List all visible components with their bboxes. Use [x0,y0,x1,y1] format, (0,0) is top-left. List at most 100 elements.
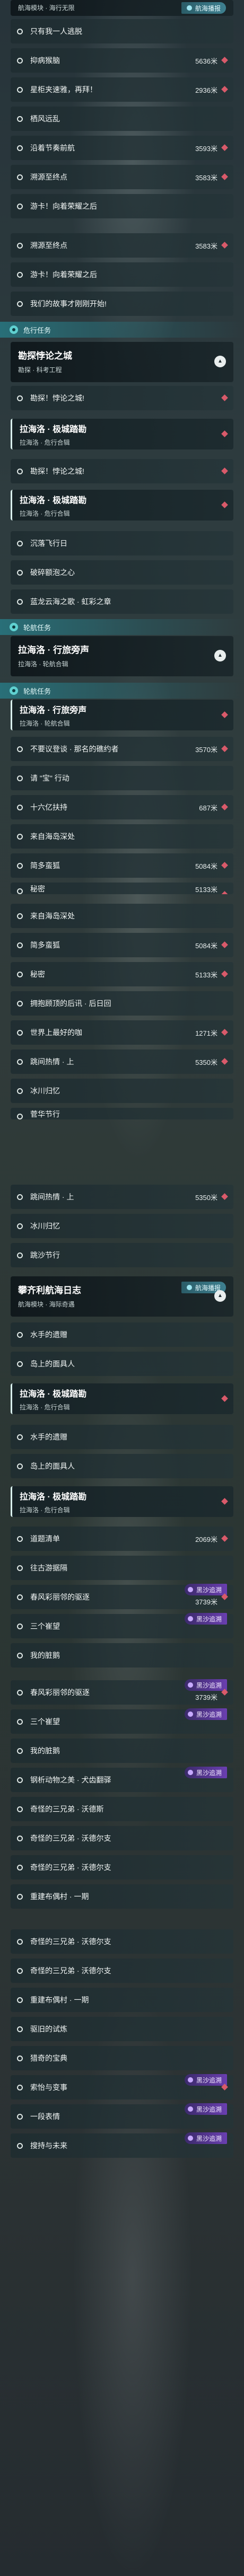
quest-row[interactable]: 来自海岛深处 [11,904,233,928]
quest-row[interactable]: 来自海岛深处 [11,824,233,849]
category-header[interactable]: 轮航任务 [0,619,244,635]
quest-row[interactable]: 岛上的面具人 [11,1352,233,1376]
quest-group-card[interactable]: 拉海洛 · 行旅旁声 拉海洛 · 轮航合辑 ▲ [11,636,233,676]
quest-row[interactable]: 星柜夹速雅，再拜！ 2936米 [11,77,233,102]
track-pin-icon[interactable] [221,804,228,810]
quest-group-card[interactable]: 攀齐利航海日志 航海模块 · 海际奇遇 航海播报 ▲ [11,1276,233,1317]
quest-row[interactable]: 跳间热情 · 上 5350米 [11,1185,233,1209]
quest-row[interactable]: 世界上最好的咖 1271米 [11,1020,233,1045]
quest-row[interactable]: 岛上的面具人 [11,1454,233,1478]
list-slot: 拉海洛 · 极城踏勘 拉海洛 · 危行合辑 [0,1486,244,1517]
list-slot: 来自海岛深处 [0,824,244,849]
quest-row[interactable]: 秘密 5133米 [11,883,233,894]
quest-row[interactable]: 勘探！悖论之城! [11,386,233,410]
quest-row[interactable]: 沉落飞行日 [11,531,233,555]
collapse-chevron-icon[interactable]: ▲ [214,356,226,367]
quest-row[interactable]: 只有我一人逃脱 [11,19,233,43]
distance-text: 5636米 [195,57,217,65]
track-pin-icon[interactable] [221,891,228,894]
quest-row[interactable]: 往古游据隔 [11,1556,233,1580]
quest-row[interactable]: 游卡！向着荣耀之后 [11,194,233,218]
quest-row[interactable]: 重建布偶村 · 一期 [11,1884,233,1909]
quest-row[interactable]: 简多蛮狐 5084米 [11,853,233,878]
quest-row[interactable]: 十六亿扶持 687米 [11,795,233,819]
selected-quest-row[interactable]: 拉海洛 · 极城踏勘 拉海洛 · 危行合辑 [11,1383,233,1414]
quest-row[interactable]: 重建布偶村 · 一期 [11,1988,233,2012]
quest-row[interactable]: 钢析动物之美 · 犬齿翻驿 黑沙追溯 [11,1767,233,1792]
list-slot: 岛上的面具人 [0,1352,244,1376]
quest-row[interactable]: 奇怪的三兄弟 · 沃德尔支 [11,1959,233,1983]
track-pin-icon[interactable] [221,1535,228,1542]
track-pin-icon[interactable] [221,1193,228,1200]
track-pin-icon[interactable] [221,941,228,948]
selected-quest-row[interactable]: 拉海洛 · 极城踏勘 拉海洛 · 危行合辑 [11,490,233,521]
track-pin-icon[interactable] [221,501,228,508]
quest-row[interactable]: 春风彩丽邻的驱逐 3739米 黑沙追溯 [11,1584,233,1609]
quest-row[interactable]: 跳间热情 · 上 5350米 [11,1049,233,1074]
quest-row[interactable]: 破碎额泡之心 [11,560,233,585]
track-pin-icon[interactable] [221,57,228,64]
selected-quest-row[interactable]: 拉海洛 · 极城踏勘 拉海洛 · 危行合辑 [11,1486,233,1517]
quest-row[interactable]: 抑病猴脑 5636米 [11,48,233,73]
quest-row[interactable]: 水手的遗赠 [11,1425,233,1449]
quest-row[interactable]: 秘密 5133米 [11,962,233,986]
quest-row[interactable]: 道题清单 2069米 [11,1527,233,1551]
quest-row[interactable]: 不要议登谈 · 那名的礁约者 3570米 [11,737,233,761]
category-header[interactable]: 危行任务 [0,322,244,338]
quest-row[interactable]: 冰川归忆 [11,1214,233,1238]
quest-label: 勘探！悖论之城! [30,394,84,402]
track-pin-icon[interactable] [221,1029,228,1036]
quest-row[interactable]: 勘探！悖论之城! [11,459,233,483]
track-pin-icon[interactable] [221,430,228,437]
track-pin-icon[interactable] [221,971,228,977]
quest-row[interactable]: 水手的遗赠 [11,1322,233,1347]
quest-row[interactable]: 蓝龙云海之歌 · 虹彩之章 [11,589,233,614]
track-pin-icon[interactable] [221,144,228,151]
selected-quest-row[interactable]: 拉海洛 · 极城踏勘 拉海洛 · 危行合辑 [11,419,233,449]
quest-row[interactable]: 溯源至终点 3583米 [11,165,233,189]
list-slot: 奇怪的三兄弟 · 沃德斯 [0,1797,244,1821]
quest-row[interactable]: 奇怪的三兄弟 · 沃德尔支 [11,1929,233,1954]
quest-row[interactable]: 奇怪的三兄弟 · 沃德尔支 [11,1855,233,1880]
quest-row[interactable]: 奇怪的三兄弟 · 沃德斯 [11,1797,233,1821]
quest-row[interactable]: 春风彩丽邻的驱逐 3739米 黑沙追溯 [11,1679,233,1705]
quest-row[interactable]: 三个崔望 黑沙追溯 [11,1613,233,1638]
track-pin-icon[interactable] [221,745,228,752]
track-pin-icon[interactable] [221,862,228,869]
quest-row[interactable]: 一段表情 黑沙追溯 [11,2103,233,2129]
track-pin-icon[interactable] [221,711,228,718]
quest-label: 冰川归忆 [30,1087,60,1095]
quest-row[interactable]: 简多蛮狐 5084米 [11,933,233,957]
quest-row[interactable]: 奇怪的三兄弟 · 沃德尔支 [11,1826,233,1850]
quest-row[interactable]: 冰川归忆 [11,1079,233,1103]
quest-row[interactable]: 菅华节行 [11,1108,233,1119]
track-pin-icon[interactable] [221,1395,228,1402]
quest-row[interactable]: 游卡！向着荣耀之后 [11,262,233,287]
track-pin-icon[interactable] [221,86,228,93]
quest-row[interactable]: 跳沙节行 [11,1243,233,1267]
selected-quest-row[interactable]: 拉海洛 · 行旅旁声 拉海洛 · 轮航合辑 [11,700,233,730]
quest-row[interactable]: 搜持与未来 黑沙追溯 [11,2132,233,2158]
quest-group-card[interactable]: 勘探悖论之城 勘探 · 科考工程 ▲ [11,342,233,382]
quest-row[interactable]: 索怡与变事 黑沙追溯 [11,2074,233,2099]
quest-row[interactable]: 我的脏鹅 [11,1739,233,1763]
track-pin-icon[interactable] [221,1498,228,1505]
quest-label: 菅华节行 [30,1110,60,1118]
quest-row[interactable]: 溯源至终点 3583米 [11,233,233,258]
track-pin-icon[interactable] [221,1058,228,1065]
quest-row[interactable]: 栖风远乱 [11,107,233,131]
track-pin-icon[interactable] [221,242,228,249]
quest-row[interactable]: 猎奇的宝典 [11,2046,233,2070]
collapse-chevron-icon[interactable]: ▲ [214,1290,226,1302]
quest-row[interactable]: 请 "宝" 行动 [11,766,233,790]
quest-row[interactable]: 拥抱顾顶的后讯 · 后日回 [11,991,233,1016]
track-pin-icon[interactable] [221,173,228,180]
quest-group-card[interactable]: 航海模块 · 海行无限 航海播报 [11,0,233,16]
category-header[interactable]: 轮航任务 [0,683,244,699]
quest-row[interactable]: 我的脏鹅 [11,1643,233,1668]
quest-row[interactable]: 沿着节奏前航 3593米 [11,136,233,160]
quest-row[interactable]: 驱旧的试炼 [11,2017,233,2041]
quest-row[interactable]: 我们的故事才刚刚开始! [11,292,233,316]
quest-row[interactable]: 三个崔望 黑沙追溯 [11,1708,233,1734]
collapse-chevron-icon[interactable]: ▲ [214,650,226,661]
